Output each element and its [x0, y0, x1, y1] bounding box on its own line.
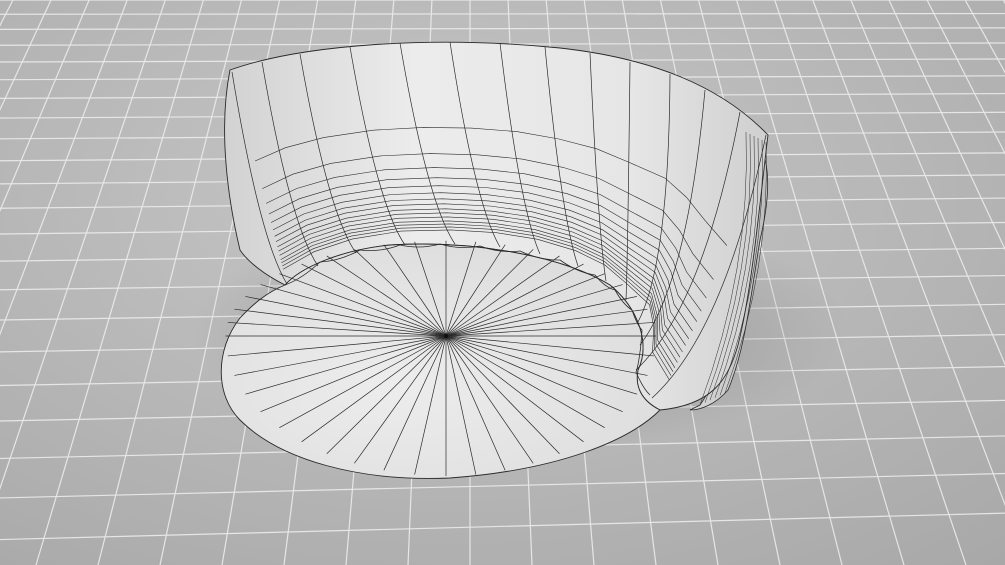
scene-canvas [0, 0, 1005, 565]
disc-center-pole [443, 333, 449, 339]
3d-viewport[interactable] [0, 0, 1005, 565]
